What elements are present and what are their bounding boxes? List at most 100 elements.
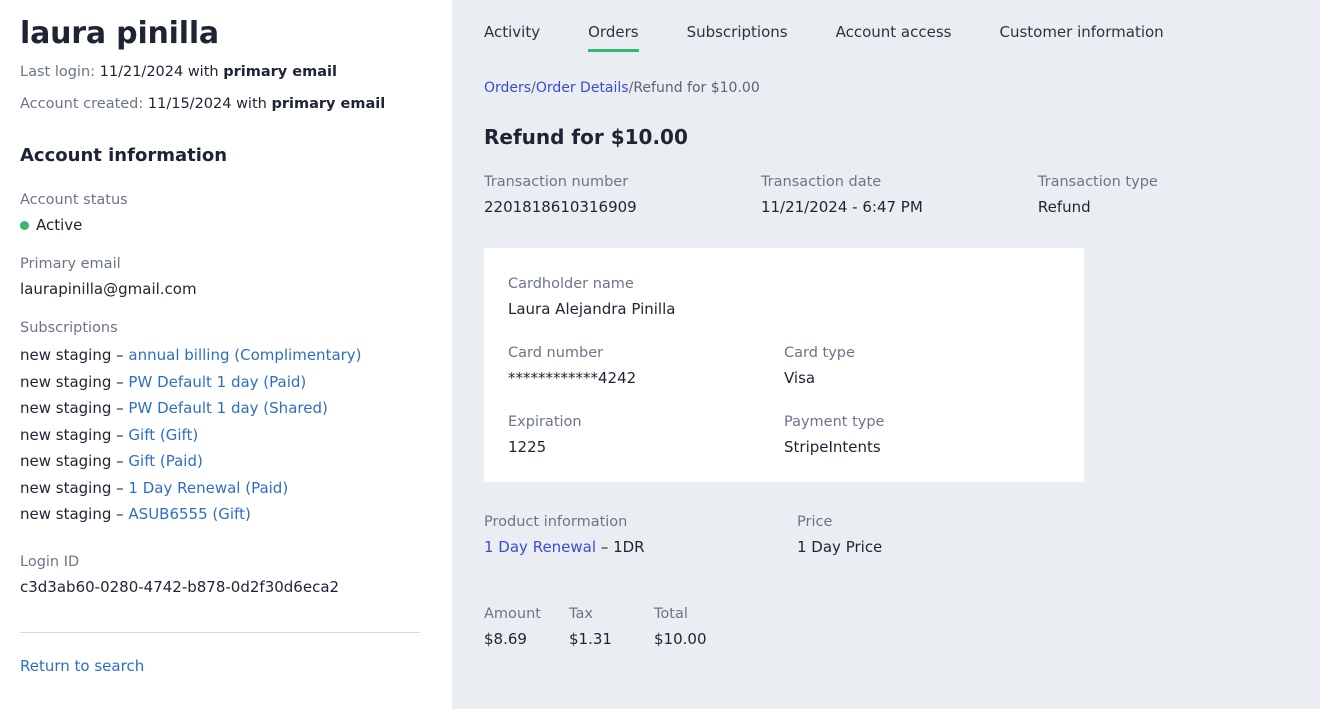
login-id-value: c3d3ab60-0280-4742-b878-0d2f30d6eca2: [20, 577, 340, 596]
subscription-prefix: new staging –: [20, 372, 129, 391]
list-item: new staging – annual billing (Compliment…: [20, 342, 432, 369]
account-status-value: Active: [36, 216, 83, 234]
payment-type-label: Payment type: [784, 414, 885, 430]
status-badge: Active: [20, 214, 432, 236]
account-status-label: Account status: [20, 192, 128, 208]
list-item: new staging – Gift (Gift): [20, 422, 432, 449]
list-item: new staging – PW Default 1 day (Paid): [20, 369, 432, 396]
card-type-value: Visa: [784, 369, 816, 387]
expiration-value: 1225: [508, 438, 547, 456]
subscriptions-label: Subscriptions: [20, 320, 118, 336]
subscription-link[interactable]: PW Default 1 day (Paid): [128, 373, 306, 391]
page-root: laura pinilla Last login: 11/21/2024 wit…: [0, 0, 1320, 709]
cardholder-row: Cardholder name Laura Alejandra Pinilla: [508, 274, 1060, 320]
account-tabs: Activity Orders Subscriptions Account ac…: [452, 0, 1320, 52]
subscription-prefix: new staging –: [20, 346, 129, 364]
amount-value: $8.69: [484, 630, 527, 648]
account-created-label: Account created:: [20, 96, 144, 112]
transaction-date-group: Transaction date 11/21/2024 - 6:47 PM: [761, 172, 1038, 218]
account-created-row: Account created: 11/15/2024 with primary…: [20, 94, 432, 114]
card-number-label: Card number: [508, 345, 604, 361]
page-title: laura pinilla: [20, 16, 219, 51]
product-sku: – 1DR: [596, 538, 645, 556]
login-id-group: Login ID c3d3ab60-0280-4742-b878-0d2f30d…: [20, 552, 432, 598]
total-label: Total: [654, 606, 688, 622]
return-to-search-link[interactable]: Return to search: [20, 657, 144, 675]
product-link[interactable]: 1 Day Renewal: [484, 538, 596, 556]
list-item: new staging – 1 Day Renewal (Paid): [20, 475, 432, 502]
breadcrumb-orders-link[interactable]: Orders: [484, 80, 531, 96]
subscription-prefix: new staging –: [20, 399, 129, 417]
primary-email-label: Primary email: [20, 256, 121, 272]
tab-customer-information[interactable]: Customer information: [999, 22, 1163, 52]
subscription-link[interactable]: annual billing (Complimentary): [128, 346, 361, 364]
expiration-group: Expiration 1225: [508, 412, 784, 458]
breadcrumb-order-details-link[interactable]: Order Details: [536, 80, 629, 96]
tax-value: $1.31: [569, 630, 612, 648]
transaction-date-label: Transaction date: [760, 174, 882, 190]
account-status-group: Account status Active: [20, 190, 432, 236]
payment-type-value: StripeIntents: [784, 438, 881, 456]
expiration-label: Expiration: [508, 414, 582, 430]
list-item: new staging – Gift (Paid): [20, 448, 432, 475]
list-item: new staging – PW Default 1 day (Shared): [20, 395, 432, 422]
primary-email-value: laurapinilla@gmail.com: [20, 280, 197, 298]
tab-activity[interactable]: Activity: [484, 22, 540, 52]
breadcrumb-current: Refund for $10.00: [633, 80, 760, 96]
price-value: 1 Day Price: [797, 538, 883, 556]
price-group: Price 1 Day Price: [797, 512, 1077, 558]
product-information-label: Product information: [484, 514, 628, 530]
transaction-type-group: Transaction type Refund: [1038, 172, 1288, 218]
card-number-row: Card number ************4242 Card type V…: [508, 343, 1060, 389]
subscription-link[interactable]: Gift (Gift): [128, 426, 198, 444]
transaction-type-label: Transaction type: [1037, 174, 1158, 190]
primary-email-group: Primary email laurapinilla@gmail.com: [20, 254, 432, 300]
subscription-link[interactable]: 1 Day Renewal (Paid): [128, 479, 288, 497]
card-type-label: Card type: [784, 345, 855, 361]
tax-label: Tax: [569, 606, 593, 622]
cardholder-name-label: Cardholder name: [508, 276, 634, 292]
tab-subscriptions[interactable]: Subscriptions: [687, 22, 788, 52]
card-type-group: Card type Visa: [784, 343, 1060, 389]
payment-type-group: Payment type StripeIntents: [784, 412, 1060, 458]
subscription-link[interactable]: PW Default 1 day (Shared): [128, 399, 327, 417]
transaction-number-value: 2201818610316909: [484, 198, 637, 216]
subscription-prefix: new staging –: [20, 505, 129, 523]
login-id-label: Login ID: [20, 553, 80, 570]
product-information-group: Product information 1 Day Renewal – 1DR: [484, 512, 797, 558]
tab-account-access[interactable]: Account access: [836, 22, 952, 52]
cardholder-name-group: Cardholder name Laura Alejandra Pinilla: [508, 274, 821, 320]
refund-heading: Refund for $10.00: [484, 125, 688, 149]
expiration-row: Expiration 1225 Payment type StripeInten…: [508, 412, 1060, 458]
transaction-number-label: Transaction number: [484, 174, 629, 190]
subscription-link[interactable]: ASUB6555 (Gift): [128, 505, 250, 523]
subscription-prefix: new staging –: [20, 452, 129, 470]
total-group: Total $10.00: [654, 604, 774, 650]
subscriptions-list: new staging – annual billing (Compliment…: [20, 342, 432, 528]
price-label: Price: [797, 514, 833, 530]
panel-content: Orders/Order Details/Refund for $10.00 R…: [452, 52, 1320, 650]
last-login-date: 11/21/2024: [99, 64, 184, 80]
card-number-value: ************4242: [508, 369, 637, 387]
account-created-with: with: [236, 96, 267, 112]
subscription-prefix: new staging –: [20, 478, 129, 497]
transaction-type-value: Refund: [1037, 198, 1091, 216]
transaction-summary-row: Transaction number 2201818610316909 Tran…: [484, 172, 1288, 218]
cardholder-name-value: Laura Alejandra Pinilla: [508, 300, 676, 318]
tab-orders[interactable]: Orders: [588, 22, 639, 52]
total-value: $10.00: [654, 630, 707, 648]
status-dot-icon: [20, 220, 29, 230]
product-row: Product information 1 Day Renewal – 1DR …: [484, 512, 1288, 558]
last-login-row: Last login: 11/21/2024 with primary emai…: [20, 62, 432, 82]
tax-group: Tax $1.31: [569, 604, 654, 650]
payment-method-card: Cardholder name Laura Alejandra Pinilla …: [484, 248, 1084, 482]
totals-row: Amount $8.69 Tax $1.31 Total $10.00: [484, 604, 1288, 650]
breadcrumb: Orders/Order Details/Refund for $10.00: [484, 78, 1288, 98]
list-item: new staging – ASUB6555 (Gift): [20, 501, 432, 528]
subscriptions-group: Subscriptions new staging – annual billi…: [20, 318, 432, 528]
subscription-prefix: new staging –: [20, 425, 129, 444]
account-information-heading: Account information: [20, 145, 228, 166]
order-details-panel: Activity Orders Subscriptions Account ac…: [452, 0, 1320, 709]
subscription-link[interactable]: Gift (Paid): [128, 452, 202, 470]
account-created-date: 11/15/2024: [147, 96, 232, 112]
